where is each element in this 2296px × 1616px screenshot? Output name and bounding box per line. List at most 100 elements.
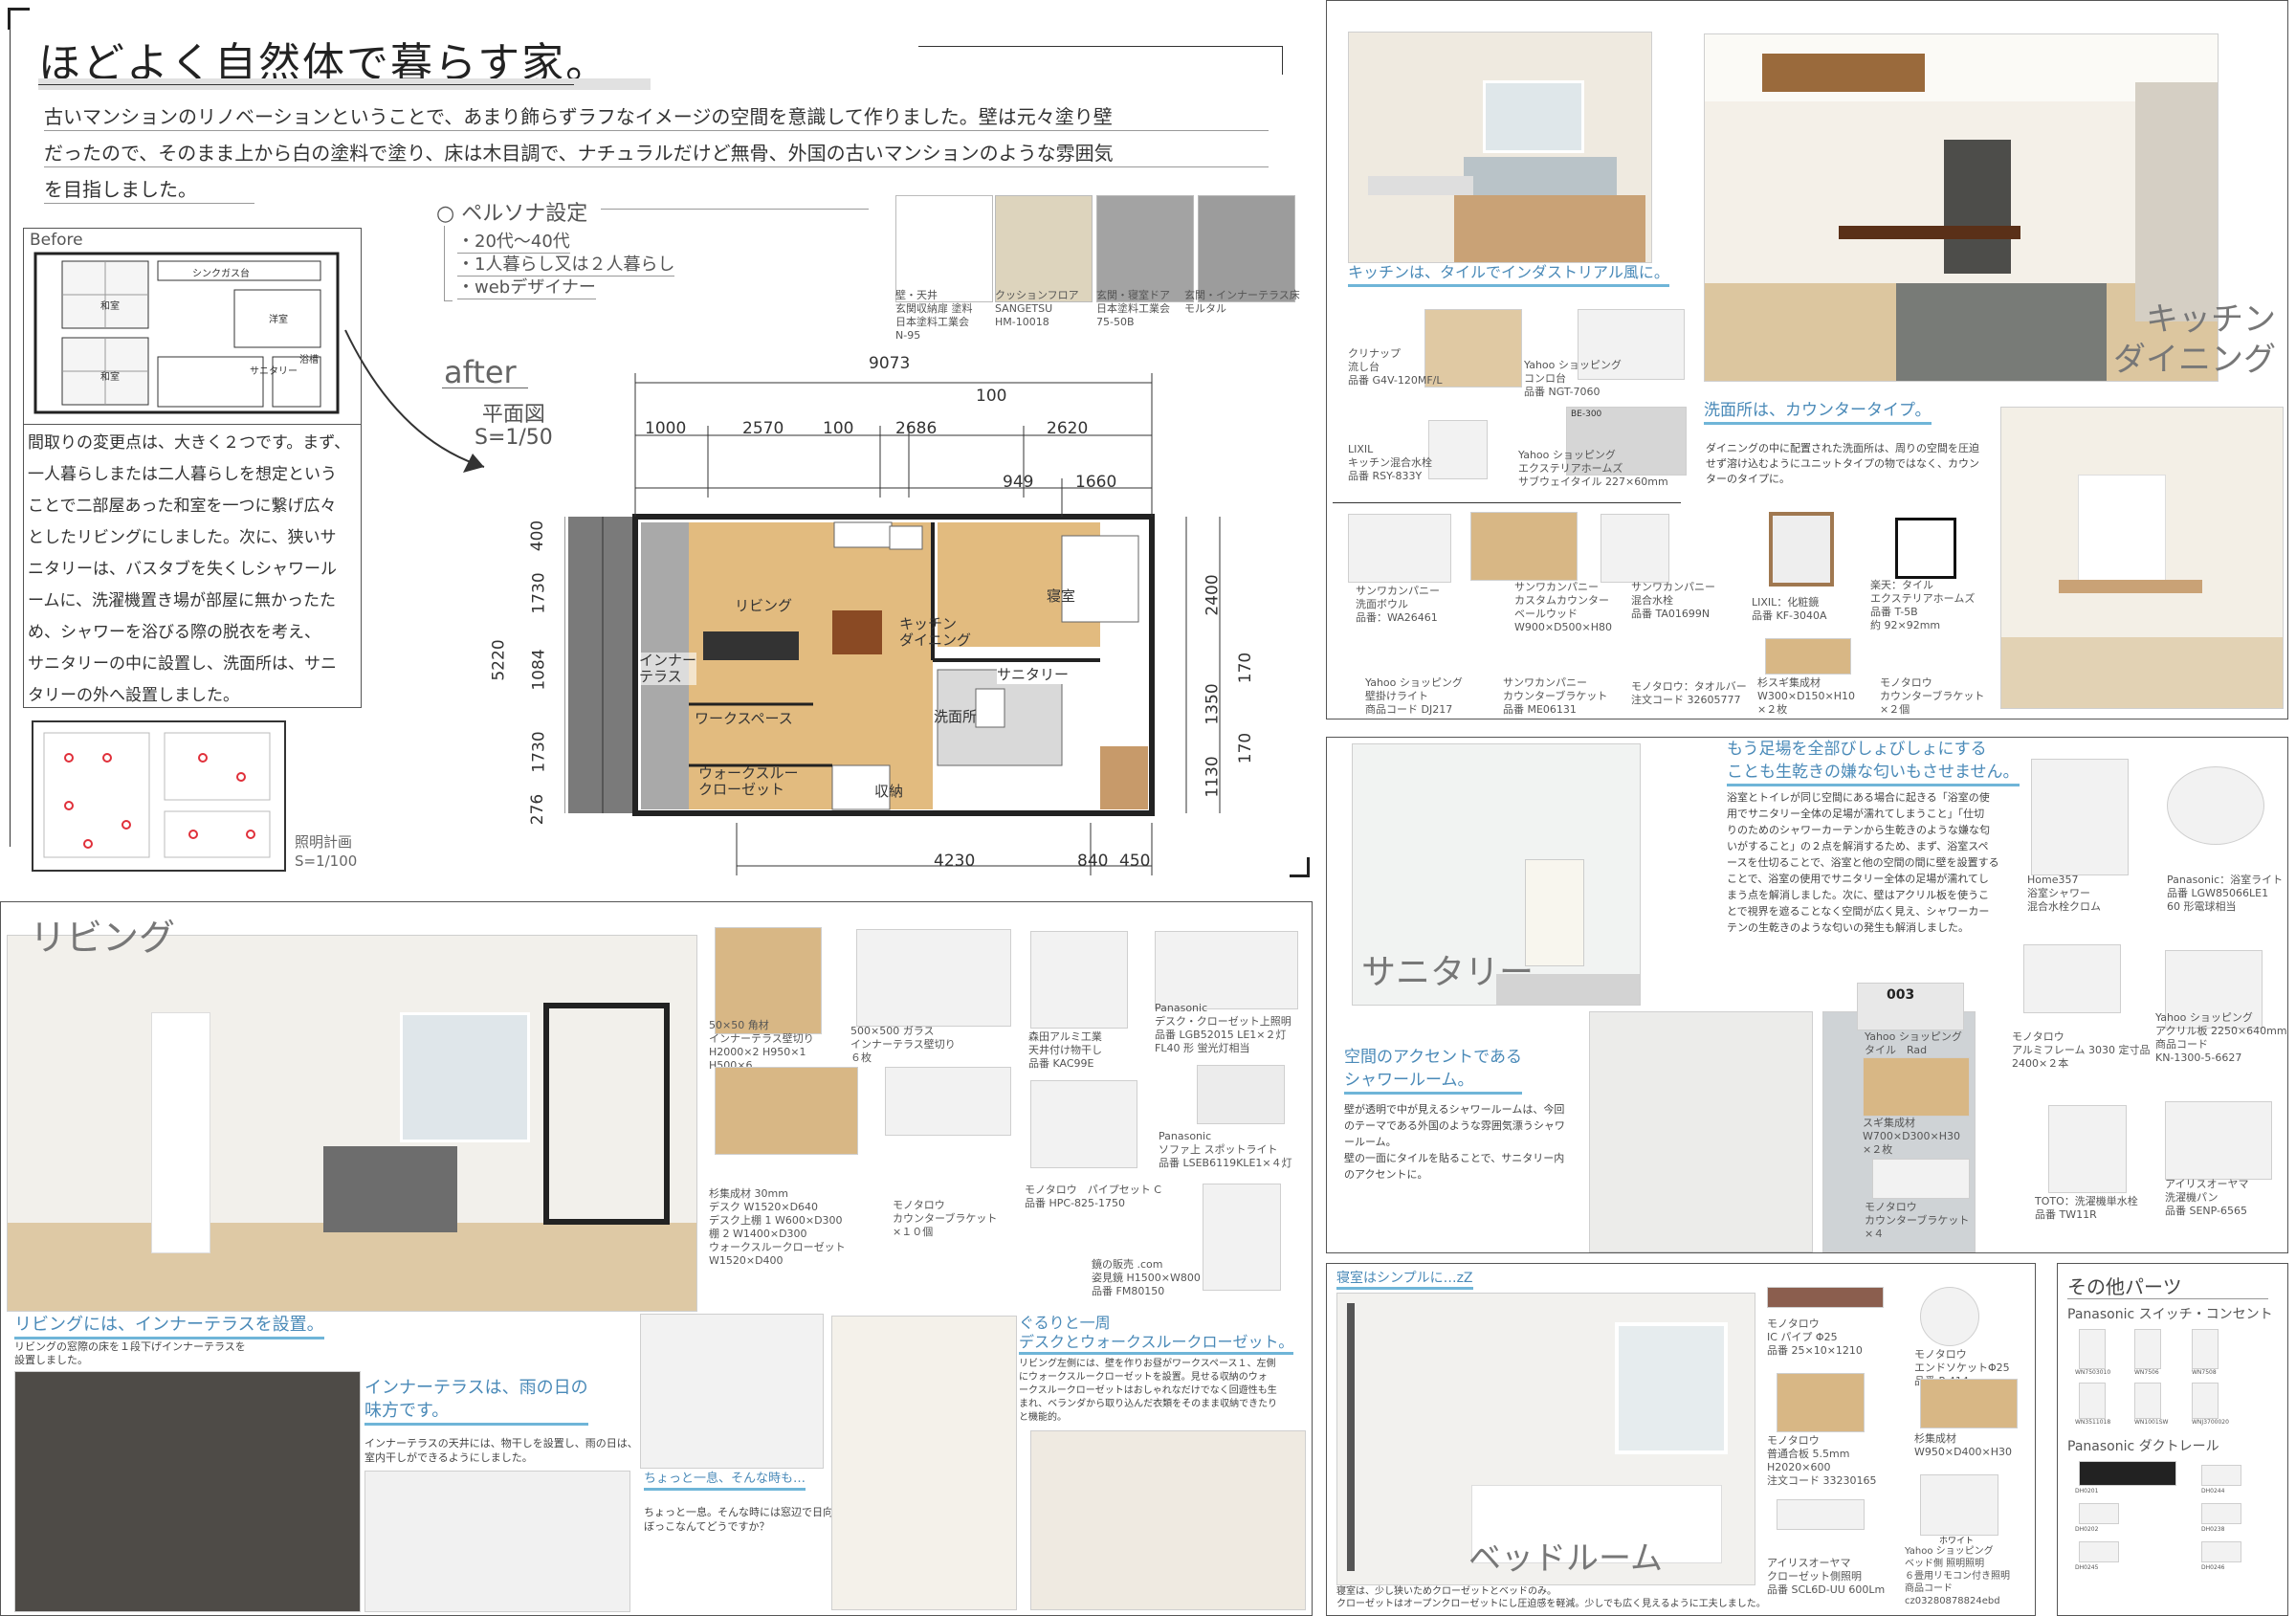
dim-left-400: 400 [528, 520, 548, 552]
kitchen-headline: キッチンは、タイルでインダストリアル風に。 [1348, 261, 1669, 287]
part-rail-2-image [2201, 1465, 2241, 1486]
persona-item-job: ・webデザイナー [457, 274, 596, 299]
plan-room-washroom: 洗面所 [934, 708, 978, 725]
part-switch-1: WN7503010 [2075, 1369, 2111, 1376]
sanitary-pan-image [2165, 1101, 2272, 1180]
sanitary-section-title: サニタリー [1361, 953, 1534, 992]
living-item-drying-rod: 森田アルミ工業 天井付け物干し 品番 KAC99E [1028, 1030, 1102, 1070]
dim-left-1730a: 1730 [529, 572, 549, 614]
sanitary-bracket-image [1872, 1159, 1970, 1199]
part-rail-image [2079, 1461, 2176, 1486]
bedroom-plywood: モノタロウ 普通合板 5.5mm H2020×600 注文コード 3323016… [1767, 1434, 1877, 1487]
living-item-mirror-image [1203, 1184, 1281, 1291]
dim-bottom-4230: 4230 [934, 852, 976, 871]
swatch-floor-label: クッションフロア SANGETSU HM-10018 [995, 289, 1079, 328]
dim-top-2620: 2620 [1047, 419, 1089, 438]
dim-top-2570: 2570 [742, 419, 784, 438]
sanitary-tile-image: 003 [1857, 983, 1964, 1030]
wall-light: Yahoo ショッピング 壁掛けライト 商品コード DJ217 [1365, 676, 1463, 716]
part-switch-6-image [2192, 1383, 2219, 1419]
plan-scale-title: 平面図 S=1/50 [475, 403, 553, 450]
sanitary-acrylic: Yahoo ショッピング アクリル板 2250×640mm 商品コード KN-1… [2155, 1011, 2287, 1064]
bedroom-ceiling-light-image [1920, 1474, 1998, 1536]
sanitary-shower: Home357 浴室シャワー 混合水栓クロム [2027, 874, 2101, 913]
before-room-sanitary: サニタリー [250, 366, 298, 377]
living-item-spotlight-image [1197, 1065, 1285, 1124]
before-divider [24, 424, 361, 425]
dim-right-1130: 1130 [1203, 756, 1223, 798]
sanitary-cedar: スギ集成材 W700×D300×H30 ×２枚 [1863, 1117, 1961, 1156]
part-switch-6: WNJ3700020 [2192, 1419, 2229, 1426]
dim-top-1660: 1660 [1075, 473, 1117, 492]
living-item-glass-image [856, 929, 1011, 1027]
persona-item-household: ・1人暮らし又は２人暮らし [457, 251, 675, 277]
persona-title: ○ ペルソナ設定 [436, 202, 588, 226]
dim-top-949: 949 [1003, 473, 1034, 492]
living-item-desk-light: Panasonic デスク・クローゼット上照明 品番 LGB52015 LE1×… [1155, 1002, 1292, 1054]
before-panel: Before シンク ガス台 和室 洋室 和室 サニタリー 浴槽 間取りの変更点… [23, 228, 362, 708]
part-rail-5: DH0245 [2075, 1564, 2099, 1571]
persona-rule [601, 209, 869, 210]
plan-room-living: リビング [735, 597, 793, 614]
living-item-glass: 500×500 ガラス インナーテラス壁切り ６枚 [850, 1025, 956, 1064]
part-rail-4: DH0238 [2201, 1526, 2225, 1533]
part-rail-1: DH0201 [2075, 1488, 2099, 1494]
living-item-drying-rod-image [1030, 931, 1128, 1029]
persona-item-age: ・20代〜40代 [457, 228, 570, 254]
vertical-rule-left [10, 29, 11, 847]
washroom-headline: 洗面所は、カウンタータイプ。 [1704, 399, 1932, 425]
bedroom-closet-light-image [1777, 1499, 1865, 1530]
swatch-floor [995, 195, 1093, 302]
dim-top-1000: 1000 [645, 419, 687, 438]
bedroom-socket-image [1920, 1287, 1979, 1346]
swatch-mortar-label: 玄関・インナーテラス床 モルタル [1184, 289, 1300, 315]
plan-room-storage: 収納 [874, 783, 904, 800]
dim-bottom-840: 840 [1077, 852, 1109, 871]
cedar-board-image [1765, 638, 1851, 675]
kitchen-photo-small [1348, 32, 1652, 263]
living-photo-main [7, 935, 697, 1312]
intro-underline-2 [44, 166, 1269, 167]
washroom-photo [2000, 407, 2284, 709]
living-item-cedar-image [715, 1067, 858, 1155]
other-sub-switch: Panasonic スイッチ・コンセント [2067, 1307, 2273, 1322]
wash-counter: サンワカンパニー カスタムカウンター ベールウッド W900×D500×H80 [1514, 581, 1613, 633]
part-rail-4-image [2201, 1503, 2241, 1524]
persona-bracket [444, 226, 453, 301]
swatch-wall-label: 壁・天井 玄関収納扉 塗料 日本塗料工業会 N-95 [895, 289, 973, 342]
living-item-cedar: 杉集成材 30mm デスク W1520×D640 デスク上棚 1 W600×D3… [709, 1187, 846, 1267]
wash-faucet: サンワカンパニー 混合水栓 品番 TA01699N [1631, 581, 1715, 620]
kitchen-section-title: キッチン ダイニング [2113, 300, 2276, 379]
swatch-wall [895, 195, 993, 302]
washroom-body: ダイニングの中に配置された洗面所は、周りの空間を圧迫 せず溶け込むようにユニット… [1706, 442, 1979, 485]
swatch-door-label: 玄関・寝室ドア 日本塗料工業会 75-50B [1096, 289, 1170, 328]
sanitary-headline-2: 空間のアクセントである シャワールーム。 [1344, 1046, 1522, 1095]
counter-bracket-2: モノタロウ カウンターブラケット ×２個 [1880, 676, 1985, 716]
part-switch-5: WN1001SW [2134, 1419, 2169, 1426]
kitchen-item-tile: Yahoo ショッピング エクステリアホームズ サブウェイタイル 227×60m… [1518, 449, 1668, 488]
before-floorplan [33, 252, 340, 414]
bedroom-pipe: モノタロウ IC パイプ Φ25 品番 25×10×1210 [1767, 1317, 1863, 1357]
tile-code: BE-300 [1571, 410, 1602, 419]
dim-top-100b: 100 [823, 419, 854, 438]
part-switch-2-image [2134, 1329, 2161, 1369]
corner-bracket-br [1290, 857, 1310, 877]
intro-underline-3 [44, 203, 254, 204]
bedroom-section-title: ベッドルーム [1468, 1539, 1663, 1578]
towel-bar: モノタロウ：タオルバー 注文コード 32605777 [1631, 680, 1747, 706]
living-headline-4: ぐるりと一周 デスクとウォークスルークローゼット。 [1019, 1314, 1294, 1355]
dim-top-100a: 100 [976, 387, 1007, 406]
living-body-3: ちょっと一息。そんな時には窓辺で日向 ぼっこなんてどうですか？ [644, 1506, 833, 1533]
part-switch-3: WN7508 [2192, 1369, 2217, 1376]
dim-right-2400: 2400 [1203, 574, 1223, 616]
living-item-bracket-image [885, 1067, 1011, 1136]
part-switch-5-image [2134, 1383, 2161, 1419]
after-label: after [444, 354, 517, 390]
dim-left-1730b: 1730 [529, 731, 549, 773]
tile-square-image [1895, 518, 1956, 579]
living-headline-3: ちょっと一息、そんな時も… [644, 1471, 806, 1491]
living-body-4: リビング左側には、壁を作りお昼がワークスペース１、左側 にウォークスルークローゼ… [1019, 1359, 1278, 1423]
before-label: Before [30, 231, 83, 250]
part-rail-3: DH0202 [2075, 1526, 2099, 1533]
bedroom-cedar: 杉集成材 W950×D400×H30 [1914, 1432, 2013, 1458]
